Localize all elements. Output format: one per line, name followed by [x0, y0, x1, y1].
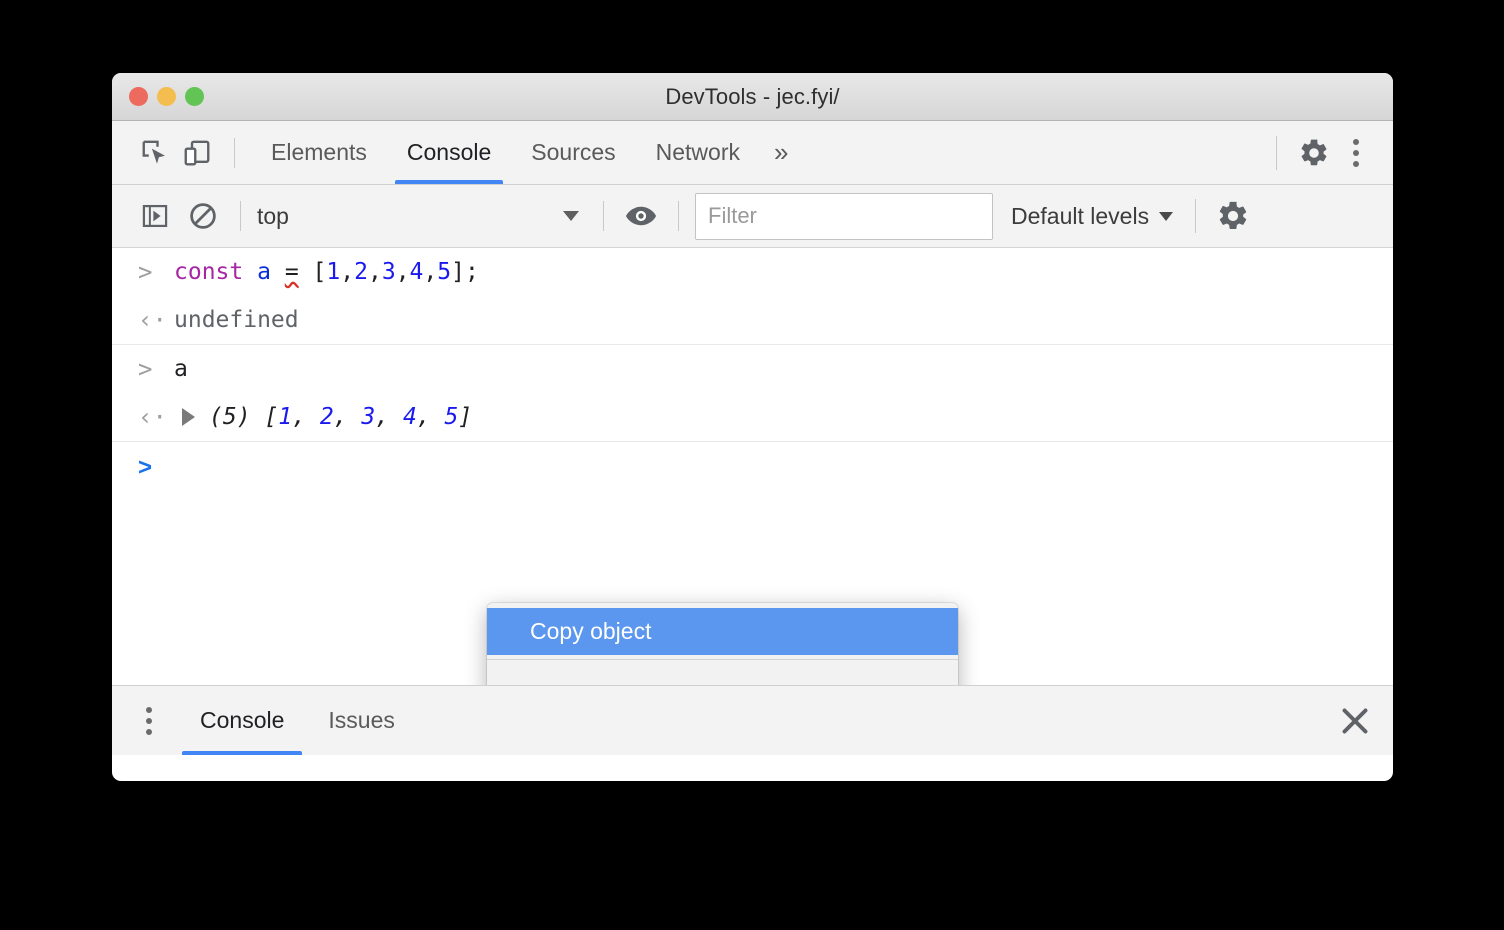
output-result-icon: ‹· [138, 403, 167, 431]
console-message-group: > a ‹· (5) [ 1, 2, 3, 4, 5 ] [112, 345, 1393, 442]
array-length-label: (5) [209, 404, 251, 430]
eye-icon[interactable] [620, 195, 662, 237]
array-preview-values: 1, 2, 3, 4, 5 [278, 404, 459, 430]
console-input-row[interactable]: > const a = [1,2,3,4,5]; [112, 248, 1393, 296]
toolbar-divider [603, 201, 604, 231]
output-result-icon: ‹· [138, 306, 167, 334]
tab-elements[interactable]: Elements [251, 121, 387, 184]
drawer-toolbar: Console Issues [112, 685, 1393, 755]
drawer-kebab-menu-icon[interactable] [134, 706, 164, 735]
console-message-list[interactable]: > const a = [1,2,3,4,5]; ‹· undefined > … [112, 248, 1393, 685]
context-menu[interactable]: Copy object Store object as global varia… [487, 603, 958, 685]
console-output-value: undefined [174, 307, 299, 333]
input-prompt-icon: > [138, 258, 153, 286]
inspect-element-icon[interactable] [134, 132, 176, 174]
menu-item-copy-object[interactable]: Copy object [487, 608, 958, 655]
array-open-bracket: [ [250, 404, 279, 430]
toolbar-divider [234, 137, 235, 168]
toolbar-divider [1195, 199, 1197, 233]
console-output-row: ‹· undefined [112, 296, 1393, 344]
console-input-row[interactable]: > a [112, 345, 1393, 393]
more-tabs-label: » [774, 137, 789, 167]
more-tabs-icon[interactable]: » [760, 121, 802, 184]
console-sidebar-icon[interactable] [134, 195, 176, 237]
drawer-tab-console[interactable]: Console [178, 686, 306, 755]
execution-context-label: top [257, 202, 289, 229]
menu-item-copy-object-label: Copy object [530, 618, 652, 644]
close-icon[interactable] [1337, 703, 1373, 739]
window-title: DevTools - jec.fyi/ [665, 83, 840, 109]
toolbar-divider [1276, 135, 1277, 170]
tab-console-label: Console [406, 139, 492, 165]
drawer-tabs: Console Issues [178, 686, 417, 755]
console-toolbar: top Default levels [112, 185, 1393, 248]
drawer-tab-issues-label: Issues [328, 707, 395, 733]
menu-item-store-object-as-global-variable[interactable]: Store object as global variable [487, 672, 958, 685]
menu-separator [487, 659, 958, 660]
array-close-bracket: ] [458, 404, 473, 430]
execution-context-selector[interactable]: top [257, 196, 587, 236]
console-object-output-row[interactable]: ‹· (5) [ 1, 2, 3, 4, 5 ] [112, 393, 1393, 441]
console-message-group: > const a = [1,2,3,4,5]; ‹· undefined [112, 248, 1393, 345]
console-prompt-icon: > [138, 454, 153, 481]
menu-item-store-object-label: Store object as global variable [530, 682, 838, 685]
console-input-expression: const a = [1,2,3,4,5]; [174, 259, 479, 285]
console-prompt-row[interactable]: > [112, 442, 1393, 494]
kebab-menu-icon[interactable] [1335, 138, 1377, 167]
filter-input[interactable] [695, 192, 993, 240]
chevron-down-icon [563, 211, 579, 221]
drawer-tab-issues[interactable]: Issues [306, 686, 416, 755]
toolbar-divider [678, 201, 679, 231]
gear-icon[interactable] [1293, 132, 1335, 174]
log-levels-selector[interactable]: Default levels [1011, 202, 1174, 230]
tab-network[interactable]: Network [636, 121, 760, 184]
console-input-expression: a [174, 356, 188, 382]
chevron-down-icon [1159, 211, 1174, 221]
menu-spacer [487, 664, 958, 672]
tab-sources-label: Sources [531, 139, 616, 165]
log-levels-label: Default levels [1011, 202, 1150, 229]
panel-tabs: Elements Console Sources Network » [251, 121, 802, 184]
expand-array-triangle-icon[interactable] [182, 408, 195, 426]
tab-sources[interactable]: Sources [511, 121, 635, 184]
input-prompt-icon: > [138, 355, 153, 383]
toolbar-divider [240, 201, 241, 231]
tab-elements-label: Elements [271, 139, 367, 165]
tab-console[interactable]: Console [387, 121, 511, 184]
drawer-tab-console-label: Console [200, 707, 285, 733]
devtools-main-toolbar: Elements Console Sources Network » [112, 121, 1393, 185]
main-toolbar-right [1260, 132, 1377, 174]
device-toolbar-icon[interactable] [176, 132, 218, 174]
window-titlebar: DevTools - jec.fyi/ [112, 73, 1393, 121]
clear-console-icon[interactable] [182, 195, 224, 237]
devtools-window: DevTools - jec.fyi/ Elements Console Sou… [112, 73, 1393, 781]
tab-network-label: Network [655, 139, 740, 165]
console-settings-gear-icon[interactable] [1212, 195, 1254, 237]
